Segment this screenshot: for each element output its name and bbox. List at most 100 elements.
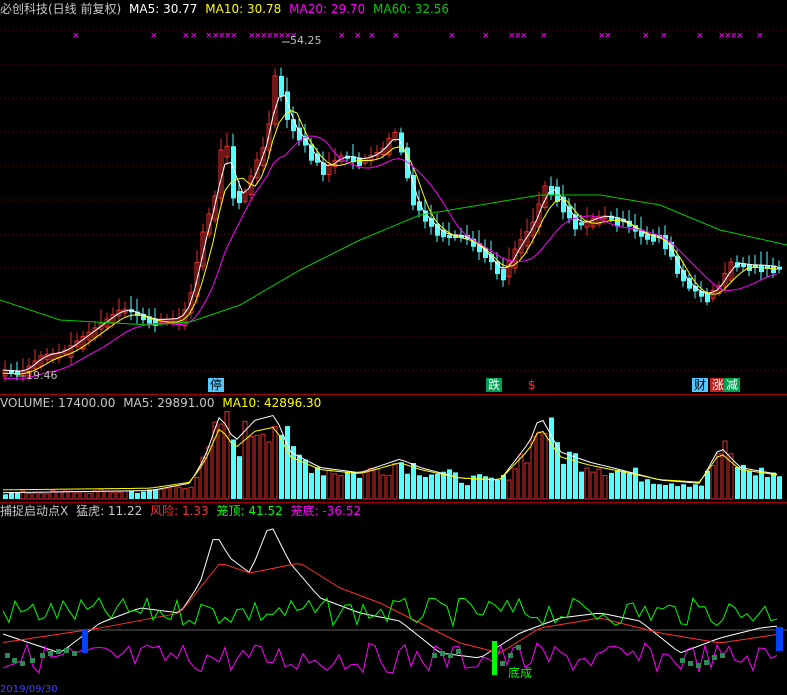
tiger-block — [712, 655, 717, 660]
volume-bar-up — [92, 490, 98, 500]
volume-bar-up — [164, 487, 170, 500]
volume-ma10-line — [2, 426, 778, 491]
volume-bar-up — [158, 488, 164, 500]
tiger-block — [688, 661, 693, 666]
volume-pane[interactable]: VOLUME: 17400.00 MA5: 29891.00 MA10: 428… — [0, 395, 787, 502]
signal-x-mark: × — [540, 31, 548, 41]
volume-bar-down — [621, 470, 626, 499]
cage-top-readout: 笼顶: 41.52 — [216, 504, 283, 518]
halt-tag[interactable]: 停 — [208, 378, 225, 392]
volume-bar-up — [602, 475, 608, 500]
volume-bar-down — [627, 472, 632, 499]
volume-bar-down — [9, 492, 14, 499]
volume-bar-up — [380, 474, 386, 500]
volume-bar-down — [231, 439, 236, 499]
volume-bar-up — [116, 491, 122, 500]
volume-bar-down — [669, 483, 674, 499]
volume-bar-down — [357, 477, 362, 499]
indicator-chart[interactable] — [0, 503, 787, 695]
volume-bar-up — [272, 426, 278, 500]
tiger-block — [20, 661, 25, 666]
volume-bar-down — [675, 486, 680, 499]
volume-bar-up — [374, 468, 380, 500]
volume-chart[interactable] — [0, 395, 787, 502]
volume-bar-down — [735, 466, 740, 499]
volume-bar-down — [129, 490, 134, 499]
volume-bar-down — [423, 476, 428, 499]
volume-bar-down — [699, 485, 704, 499]
finance-tag[interactable]: 财 — [692, 378, 709, 392]
volume-bar-down — [645, 479, 650, 499]
volume-bar-up — [518, 454, 524, 500]
volume-bar-up — [266, 441, 272, 500]
indicator-header: 捕捉启动点X 猛虎: 11.22 风险: 1.33 笼顶: 41.52 笼底: … — [0, 504, 365, 518]
volume-bar-up — [530, 436, 536, 500]
tiger-block — [432, 653, 437, 658]
price-pane[interactable]: × × × × × × × × × × × × × × × × × × × × × × × × × × × × × × × × × × × × × 必创… — [0, 0, 787, 394]
risk-readout: 风险: 1.33 — [150, 504, 209, 518]
candle-down — [777, 266, 782, 270]
price-header: 必创科技(日线 前复权) MA5: 30.77 MA10: 30.78 MA20… — [0, 2, 453, 16]
volume-bar-up — [590, 471, 596, 500]
signal-x-mark: × — [660, 31, 668, 41]
ma20-readout: MA20: 29.70 — [289, 2, 366, 16]
tiger-line — [2, 528, 778, 659]
volume-bar-down — [447, 469, 452, 499]
volume-bar-up — [584, 467, 590, 500]
tiger-block — [508, 653, 513, 658]
volume-bar-down — [141, 491, 146, 499]
volume-bar-down — [351, 471, 356, 499]
price-chart[interactable]: × × × × × ×××× ×××××××× × × × × × × ××× × ×× × × × ×××× × — [0, 0, 787, 394]
volume-bar-down — [681, 484, 686, 499]
volume-bar-down — [579, 471, 584, 499]
date-axis-label: 2019/09/30 — [0, 684, 58, 695]
tiger-block — [12, 658, 17, 663]
signal-x-mark: × — [696, 31, 704, 41]
signal-x-mark: × — [642, 31, 650, 41]
volume-bar-up — [260, 433, 266, 500]
volume-bar-up — [368, 467, 374, 500]
volume-bar-down — [435, 473, 440, 499]
reduce-tag[interactable]: 减 — [724, 378, 741, 392]
ma20-line — [2, 135, 778, 380]
dollar-tag[interactable]: $ — [526, 378, 538, 392]
volume-bar-down — [609, 472, 614, 499]
fall-tag[interactable]: 跌 — [486, 378, 503, 392]
volume-readout: VOLUME: 17400.00 — [0, 396, 116, 410]
tiger-block — [516, 645, 521, 650]
volume-bar-up — [338, 475, 344, 500]
indicator-pane[interactable]: 捕捉启动点X 猛虎: 11.22 风险: 1.33 笼顶: 41.52 笼底: … — [0, 503, 787, 695]
volume-bar-up — [194, 476, 200, 500]
candle-down — [705, 293, 710, 303]
volume-bar-up — [68, 490, 74, 500]
signal-x-mark: × — [354, 31, 362, 41]
signal-x-mark: × — [520, 31, 528, 41]
volume-bar-up — [218, 423, 224, 500]
signal-x-mark: × — [182, 31, 190, 41]
high-price-label: 54.25 — [290, 34, 322, 47]
tiger-block — [5, 653, 10, 658]
signal-x-mark: × — [150, 31, 158, 41]
volume-bar-down — [633, 467, 638, 499]
volume-ma5-readout: MA5: 29891.00 — [123, 396, 215, 410]
candle-down — [279, 76, 284, 97]
candle-down — [495, 261, 500, 275]
volume-bar-up — [596, 468, 602, 500]
signal-x-mark: × — [338, 31, 346, 41]
volume-bar-up — [38, 492, 44, 500]
cage-bottom-readout: 笼底: -36.52 — [290, 504, 362, 518]
volume-bar-up — [44, 493, 50, 500]
volume-bar-up — [326, 469, 332, 500]
signal-x-mark: × — [392, 31, 400, 41]
volume-bar-down — [345, 471, 350, 499]
signal-x-mark: × — [736, 31, 744, 41]
tiger-block — [720, 653, 725, 658]
candle-down — [447, 235, 452, 238]
volume-bar-down — [651, 483, 656, 499]
volume-bar-down — [615, 469, 620, 499]
tiger-block — [440, 651, 445, 656]
volume-bar-down — [153, 489, 158, 499]
tiger-block — [704, 660, 709, 665]
volume-bar-down — [549, 417, 554, 499]
signal-x-mark: × — [604, 31, 612, 41]
